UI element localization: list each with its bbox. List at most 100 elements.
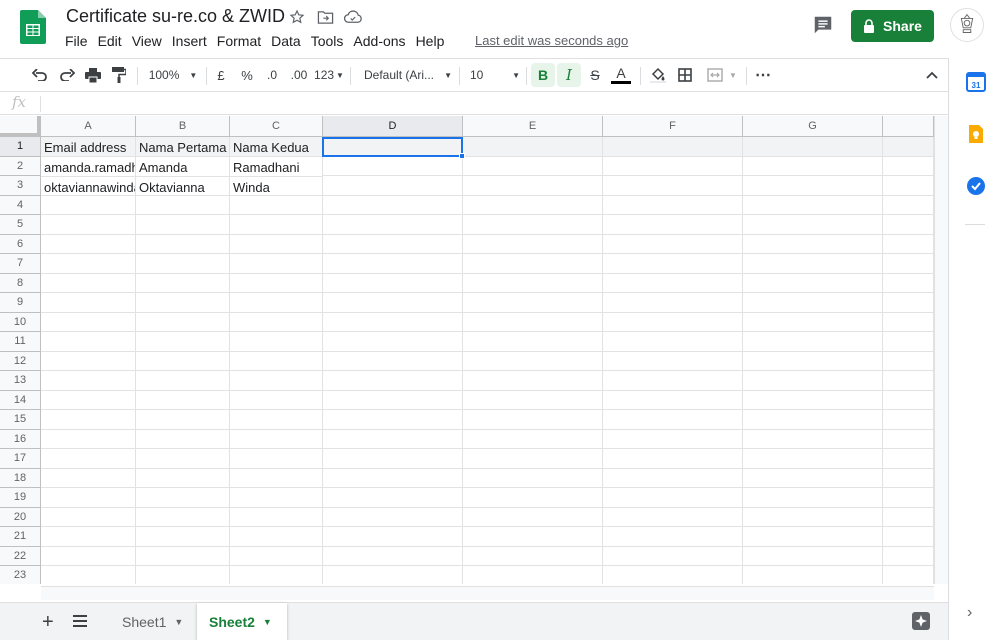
grid-cell[interactable] (41, 488, 136, 508)
grid-cell[interactable] (136, 351, 230, 371)
grid-cell[interactable] (463, 195, 603, 215)
cell-c2[interactable]: Ramadhani (230, 157, 323, 177)
grid-cell[interactable] (41, 254, 136, 274)
cell-b2[interactable]: Amanda (136, 157, 230, 177)
grid-cell[interactable] (41, 332, 136, 352)
grid-cell[interactable] (323, 449, 463, 469)
bold-button[interactable]: B (531, 63, 555, 87)
grid-cell[interactable] (136, 468, 230, 488)
sheet-tab-sheet2[interactable]: Sheet2 ▼ (197, 603, 287, 640)
grid-cell[interactable] (603, 137, 743, 157)
grid-cell[interactable] (136, 312, 230, 332)
grid-cell[interactable] (463, 390, 603, 410)
grid-cell[interactable] (743, 390, 883, 410)
row-header-16[interactable]: 16 (0, 429, 41, 449)
row-header-22[interactable]: 22 (0, 546, 41, 566)
grid-cell[interactable] (230, 546, 323, 566)
grid-cell[interactable] (230, 410, 323, 430)
grid-cell[interactable] (136, 527, 230, 547)
grid-cell[interactable] (136, 332, 230, 352)
grid-cell[interactable] (883, 273, 934, 293)
grid-cell[interactable] (136, 546, 230, 566)
active-cell-d1[interactable] (322, 137, 465, 159)
grid-cell[interactable] (136, 273, 230, 293)
cell-b3[interactable]: Oktavianna (136, 177, 230, 196)
redo-icon[interactable] (57, 59, 77, 91)
format-currency-button[interactable]: £ (212, 59, 230, 91)
grid-cell[interactable] (41, 195, 136, 215)
grid-cell[interactable] (743, 273, 883, 293)
grid-cell[interactable] (230, 527, 323, 547)
column-header-d[interactable]: D (323, 116, 463, 137)
zoom-select[interactable]: 100% ▼ (144, 59, 202, 91)
grid-cell[interactable] (743, 371, 883, 391)
print-icon[interactable] (83, 59, 103, 91)
grid-cell[interactable] (230, 351, 323, 371)
sheets-logo-icon[interactable] (20, 10, 46, 44)
menu-file[interactable]: File (60, 32, 93, 50)
row-header-4[interactable]: 4 (0, 195, 41, 215)
keep-icon[interactable] (966, 124, 986, 144)
cell-a1[interactable]: Email address (41, 137, 136, 157)
grid-cell[interactable] (463, 546, 603, 566)
row-header-19[interactable]: 19 (0, 488, 41, 508)
grid-cell[interactable] (463, 332, 603, 352)
spreadsheet-grid[interactable]: A B C D E F G 1 2 3 4 5 6 7 8 9 10 11 12 13 14 15 16 17 1… (0, 116, 934, 584)
grid-cell[interactable] (603, 254, 743, 274)
grid-cell[interactable] (603, 293, 743, 313)
star-icon[interactable] (288, 8, 306, 26)
menu-help[interactable]: Help (411, 32, 450, 50)
calendar-icon[interactable]: 31 (966, 72, 986, 92)
horizontal-scrollbar[interactable] (41, 586, 934, 600)
tasks-icon[interactable] (966, 176, 986, 196)
grid-cell[interactable] (603, 312, 743, 332)
grid-cell[interactable] (136, 449, 230, 469)
grid-cell[interactable] (603, 215, 743, 235)
grid-cell[interactable] (743, 312, 883, 332)
chevron-down-icon[interactable]: ▼ (174, 617, 183, 627)
more-formats-button[interactable]: 123 ▼ (314, 59, 344, 91)
grid-cell[interactable] (230, 566, 323, 584)
grid-cell[interactable] (41, 312, 136, 332)
grid-cell[interactable] (743, 468, 883, 488)
explore-icon[interactable] (911, 611, 931, 631)
grid-cell[interactable] (743, 429, 883, 449)
grid-cell[interactable] (883, 312, 934, 332)
grid-cell[interactable] (323, 527, 463, 547)
sheet-tab-sheet1[interactable]: Sheet1 ▼ (110, 603, 195, 640)
column-header-a[interactable]: A (41, 116, 136, 137)
grid-cell[interactable] (883, 468, 934, 488)
merge-cells-icon[interactable]: ▼ (702, 59, 742, 91)
grid-cell[interactable] (230, 293, 323, 313)
grid-cell[interactable] (743, 488, 883, 508)
row-header-20[interactable]: 20 (0, 507, 41, 527)
grid-cell[interactable] (230, 332, 323, 352)
cell-c3[interactable]: Winda (230, 177, 323, 196)
grid-cell[interactable] (883, 293, 934, 313)
borders-icon[interactable] (675, 59, 695, 91)
grid-cell[interactable] (323, 488, 463, 508)
share-button[interactable]: Share (851, 10, 934, 42)
grid-cell[interactable] (463, 371, 603, 391)
format-percent-button[interactable]: % (238, 59, 256, 91)
increase-decimal-button[interactable]: .00 (288, 59, 310, 91)
grid-cell[interactable] (603, 429, 743, 449)
grid-cell[interactable] (743, 137, 883, 157)
grid-cell[interactable] (603, 195, 743, 215)
grid-cell[interactable] (603, 332, 743, 352)
row-header-15[interactable]: 15 (0, 410, 41, 430)
grid-cell[interactable] (463, 566, 603, 584)
grid-cell[interactable] (603, 507, 743, 527)
grid-cell[interactable] (743, 156, 883, 176)
grid-cell[interactable] (230, 390, 323, 410)
row-header-2[interactable]: 2 (0, 156, 41, 176)
all-sheets-icon[interactable] (72, 614, 88, 628)
grid-cell[interactable] (883, 332, 934, 352)
account-avatar[interactable] (950, 8, 984, 42)
column-header-g[interactable]: G (743, 116, 883, 137)
row-header-1[interactable]: 1 (0, 137, 41, 157)
grid-cell[interactable] (41, 234, 136, 254)
row-header-11[interactable]: 11 (0, 332, 41, 352)
grid-cell[interactable] (41, 215, 136, 235)
grid-cell[interactable] (603, 410, 743, 430)
